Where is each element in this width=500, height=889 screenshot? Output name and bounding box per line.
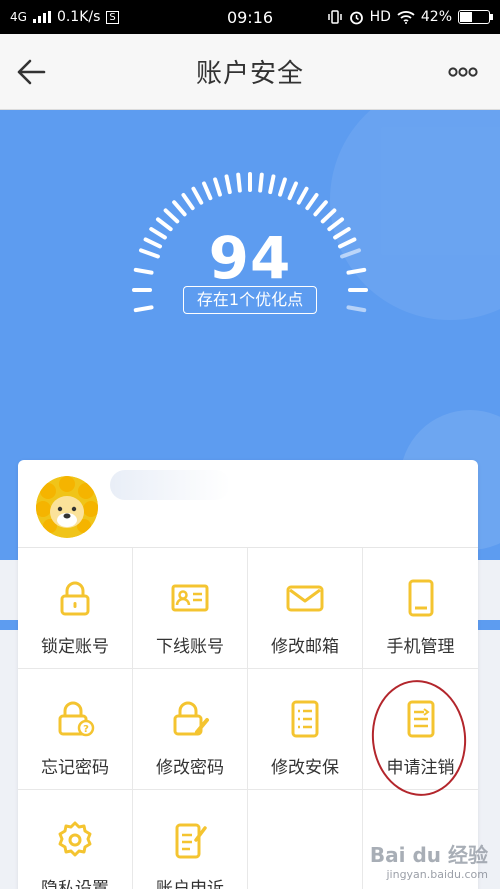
gauge-tick: [163, 208, 180, 224]
watermark-brand: Bai du 经验: [369, 843, 488, 867]
gauge-tick: [313, 200, 328, 217]
back-icon[interactable]: [16, 58, 46, 86]
page-title: 账户安全: [195, 59, 304, 89]
watermark: Bai du 经验 jingyan.baidu.com: [370, 839, 488, 881]
id-card-icon: [171, 584, 209, 612]
gauge-tick: [346, 305, 367, 313]
account-card: 锁定账号 下线账号 修改邮箱 手机管理 ? 忘记密码 修改密码 修改安保 申请注…: [18, 460, 478, 889]
gauge-tick: [258, 172, 264, 193]
feature-label: 手机管理: [386, 637, 455, 657]
feature-label: 修改邮箱: [271, 637, 339, 657]
list-icon: [291, 700, 319, 738]
svg-text:?: ?: [83, 724, 89, 735]
feature-change-password[interactable]: 修改密码: [133, 669, 248, 790]
feature-label: 下线账号: [156, 637, 224, 657]
feature-account-appeal[interactable]: 账户申诉: [133, 790, 248, 889]
lock-question-icon: ?: [58, 701, 95, 737]
network-label: 4G: [10, 10, 27, 24]
feature-phone-management[interactable]: 手机管理: [363, 548, 478, 669]
feature-forgot-password[interactable]: ? 忘记密码: [18, 669, 133, 790]
nav-bar: 账户安全: [0, 34, 500, 110]
gauge-tick: [320, 208, 337, 224]
phone-icon: [408, 579, 433, 617]
feature-label: 修改安保: [271, 758, 339, 778]
lock-edit-icon: [173, 701, 209, 736]
gauge-tick: [181, 192, 195, 211]
feature-label: 账户申诉: [156, 879, 224, 889]
signal-icon: [32, 11, 51, 23]
gauge-tick: [236, 172, 242, 193]
gauge-tick: [278, 177, 287, 197]
feature-label: 锁定账号: [41, 637, 109, 657]
gauge-tick: [296, 186, 309, 205]
empty-cell: [248, 790, 363, 889]
gauge-tick: [213, 177, 222, 197]
lock-icon: [60, 581, 90, 616]
gauge-tick: [287, 181, 298, 201]
optimization-hint[interactable]: 存在1个优化点: [183, 286, 317, 314]
gauge-tick: [172, 200, 187, 217]
battery-icon: [458, 10, 493, 24]
feature-change-security[interactable]: 修改安保: [248, 669, 363, 790]
gauge-tick: [268, 174, 276, 195]
feature-label: 忘记密码: [41, 758, 109, 778]
gear-icon: [58, 821, 92, 857]
feature-lock-account[interactable]: 锁定账号: [18, 548, 133, 669]
username-blurred: [110, 470, 230, 500]
mail-icon: [286, 585, 324, 612]
feature-label: 修改密码: [156, 758, 224, 778]
watermark-url: jingyan.baidu.com: [386, 868, 488, 881]
account-header: [18, 460, 478, 548]
s-badge-icon: S: [106, 10, 119, 24]
gauge-tick: [202, 181, 213, 201]
status-bar: 4G 0.1K/s S 09:16 HD 42%: [0, 0, 500, 34]
edit-document-icon: [175, 823, 207, 859]
gauge-tick: [346, 267, 367, 275]
hd-label: HD: [369, 9, 391, 25]
feature-privacy-settings[interactable]: 隐私设置: [18, 790, 133, 889]
gauge-tick: [305, 192, 319, 211]
more-icon[interactable]: [448, 64, 478, 80]
security-score: 94: [208, 224, 292, 292]
gauge-tick: [224, 174, 232, 195]
feature-offline-account[interactable]: 下线账号: [133, 548, 248, 669]
avatar[interactable]: [36, 476, 98, 538]
network-speed: 0.1K/s: [56, 9, 101, 25]
gauge-tick: [133, 305, 154, 313]
battery-percent: 42%: [420, 9, 452, 25]
alarm-icon: [349, 11, 363, 24]
vibrate-icon: [327, 10, 342, 24]
wifi-icon: [397, 11, 415, 24]
feature-label: 隐私设置: [41, 879, 109, 889]
gauge-tick: [191, 186, 204, 205]
feature-change-email[interactable]: 修改邮箱: [248, 548, 363, 669]
